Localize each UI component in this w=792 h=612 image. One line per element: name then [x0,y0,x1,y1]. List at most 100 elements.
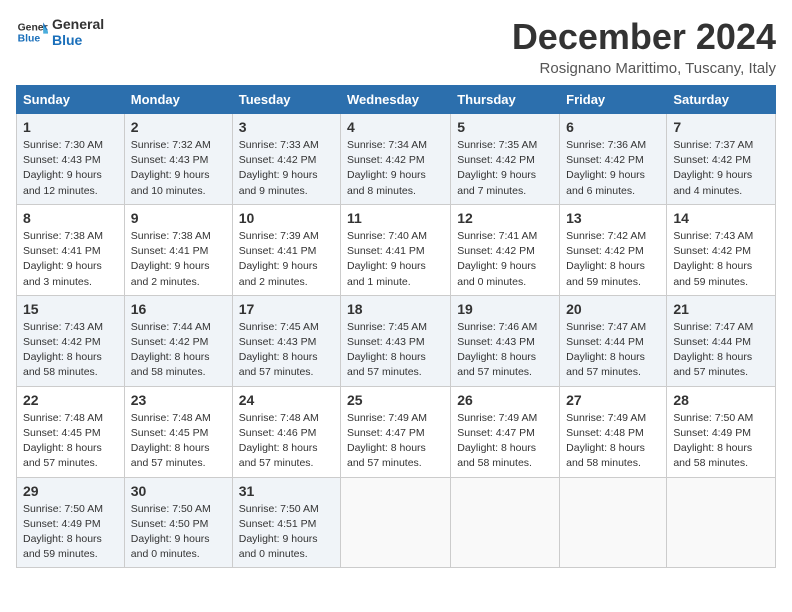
weekday-header-monday: Monday [124,86,232,114]
day-number: 31 [239,483,334,499]
calendar-cell [341,477,451,568]
svg-text:Blue: Blue [18,34,41,45]
day-info: Sunrise: 7:47 AMSunset: 4:44 PMDaylight:… [566,320,660,381]
day-number: 4 [347,119,444,135]
day-number: 21 [673,301,769,317]
day-number: 22 [23,392,118,408]
day-number: 6 [566,119,660,135]
day-number: 3 [239,119,334,135]
day-info: Sunrise: 7:43 AMSunset: 4:42 PMDaylight:… [23,320,118,381]
day-number: 18 [347,301,444,317]
logo-icon: General Blue [16,16,48,48]
calendar-cell: 9 Sunrise: 7:38 AMSunset: 4:41 PMDaylight… [124,204,232,295]
calendar-cell: 25 Sunrise: 7:49 AMSunset: 4:47 PMDayligh… [341,386,451,477]
day-info: Sunrise: 7:36 AMSunset: 4:42 PMDaylight:… [566,138,660,199]
day-number: 13 [566,210,660,226]
day-number: 27 [566,392,660,408]
calendar-cell: 5Sunrise: 7:35 AMSunset: 4:42 PMDaylight… [451,114,560,205]
day-info: Sunrise: 7:50 AMSunset: 4:49 PMDaylight:… [673,411,769,472]
day-info: Sunrise: 7:48 AMSunset: 4:45 PMDaylight:… [23,411,118,472]
day-number: 16 [131,301,226,317]
calendar-cell [560,477,667,568]
calendar-week-row: 8 Sunrise: 7:38 AMSunset: 4:41 PMDaylight… [17,204,776,295]
day-number: 8 [23,210,118,226]
day-number: 29 [23,483,118,499]
calendar-cell: 14Sunrise: 7:43 AMSunset: 4:42 PMDayligh… [667,204,776,295]
calendar-cell: 31 Sunrise: 7:50 AMSunset: 4:51 PMDayligh… [232,477,340,568]
calendar-cell: 3 Sunrise: 7:33 AMSunset: 4:42 PMDaylight… [232,114,340,205]
day-info: Sunrise: 7:39 AMSunset: 4:41 PMDaylight:… [239,229,334,290]
calendar-cell: 30Sunrise: 7:50 AMSunset: 4:50 PMDayligh… [124,477,232,568]
day-info: Sunrise: 7:38 AMSunset: 4:41 PMDaylight:… [23,229,118,290]
calendar-cell: 18 Sunrise: 7:45 AMSunset: 4:43 PMDayligh… [341,295,451,386]
logo-line2: Blue [52,32,104,48]
calendar-cell: 17 Sunrise: 7:45 AMSunset: 4:43 PMDayligh… [232,295,340,386]
weekday-header-thursday: Thursday [451,86,560,114]
calendar-cell: 27 Sunrise: 7:49 AMSunset: 4:48 PMDayligh… [560,386,667,477]
day-info: Sunrise: 7:38 AMSunset: 4:41 PMDaylight:… [131,229,226,290]
day-info: Sunrise: 7:45 AMSunset: 4:43 PMDaylight:… [239,320,334,381]
day-info: Sunrise: 7:50 AMSunset: 4:49 PMDaylight:… [23,502,118,563]
day-number: 2 [131,119,226,135]
day-info: Sunrise: 7:32 AMSunset: 4:43 PMDaylight:… [131,138,226,199]
weekday-header-sunday: Sunday [17,86,125,114]
calendar-cell: 21 Sunrise: 7:47 AMSunset: 4:44 PMDayligh… [667,295,776,386]
calendar-cell: 2 Sunrise: 7:32 AMSunset: 4:43 PMDaylight… [124,114,232,205]
day-info: Sunrise: 7:48 AMSunset: 4:46 PMDaylight:… [239,411,334,472]
day-number: 7 [673,119,769,135]
day-number: 15 [23,301,118,317]
day-info: Sunrise: 7:47 AMSunset: 4:44 PMDaylight:… [673,320,769,381]
calendar-cell [451,477,560,568]
title-block: December 2024 Rosignano Marittimo, Tusca… [512,16,776,77]
calendar-week-row: 29 Sunrise: 7:50 AMSunset: 4:49 PMDayligh… [17,477,776,568]
calendar-cell: 26 Sunrise: 7:49 AMSunset: 4:47 PMDayligh… [451,386,560,477]
day-info: Sunrise: 7:42 AMSunset: 4:42 PMDaylight:… [566,229,660,290]
calendar-table: SundayMondayTuesdayWednesdayThursdayFrid… [16,85,776,568]
weekday-header-row: SundayMondayTuesdayWednesdayThursdayFrid… [17,86,776,114]
calendar-cell: 22 Sunrise: 7:48 AMSunset: 4:45 PMDayligh… [17,386,125,477]
calendar-cell: 19Sunrise: 7:46 AMSunset: 4:43 PMDayligh… [451,295,560,386]
calendar-cell: 28 Sunrise: 7:50 AMSunset: 4:49 PMDayligh… [667,386,776,477]
calendar-cell: 10Sunrise: 7:39 AMSunset: 4:41 PMDayligh… [232,204,340,295]
day-number: 26 [457,392,553,408]
day-number: 23 [131,392,226,408]
calendar-week-row: 1Sunrise: 7:30 AMSunset: 4:43 PMDaylight… [17,114,776,205]
day-info: Sunrise: 7:34 AMSunset: 4:42 PMDaylight:… [347,138,444,199]
calendar-cell: 13 Sunrise: 7:42 AMSunset: 4:42 PMDayligh… [560,204,667,295]
day-info: Sunrise: 7:49 AMSunset: 4:47 PMDaylight:… [457,411,553,472]
day-info: Sunrise: 7:40 AMSunset: 4:41 PMDaylight:… [347,229,444,290]
day-number: 19 [457,301,553,317]
day-info: Sunrise: 7:50 AMSunset: 4:51 PMDaylight:… [239,502,334,563]
day-number: 9 [131,210,226,226]
day-number: 25 [347,392,444,408]
day-info: Sunrise: 7:33 AMSunset: 4:42 PMDaylight:… [239,138,334,199]
day-info: Sunrise: 7:49 AMSunset: 4:48 PMDaylight:… [566,411,660,472]
weekday-header-friday: Friday [560,86,667,114]
calendar-cell: 7Sunrise: 7:37 AMSunset: 4:42 PMDaylight… [667,114,776,205]
weekday-header-wednesday: Wednesday [341,86,451,114]
day-info: Sunrise: 7:30 AMSunset: 4:43 PMDaylight:… [23,138,118,199]
day-number: 5 [457,119,553,135]
day-number: 17 [239,301,334,317]
logo-line1: General [52,16,104,32]
day-number: 14 [673,210,769,226]
day-info: Sunrise: 7:44 AMSunset: 4:42 PMDaylight:… [131,320,226,381]
calendar-cell: 6 Sunrise: 7:36 AMSunset: 4:42 PMDaylight… [560,114,667,205]
calendar-cell: 12Sunrise: 7:41 AMSunset: 4:42 PMDayligh… [451,204,560,295]
calendar-cell [667,477,776,568]
day-info: Sunrise: 7:45 AMSunset: 4:43 PMDaylight:… [347,320,444,381]
logo: General Blue General Blue [16,16,104,48]
weekday-header-saturday: Saturday [667,86,776,114]
calendar-cell: 23Sunrise: 7:48 AMSunset: 4:45 PMDayligh… [124,386,232,477]
day-number: 24 [239,392,334,408]
month-title: December 2024 [512,16,776,58]
calendar-cell: 16 Sunrise: 7:44 AMSunset: 4:42 PMDayligh… [124,295,232,386]
day-number: 12 [457,210,553,226]
day-number: 28 [673,392,769,408]
day-number: 30 [131,483,226,499]
day-info: Sunrise: 7:49 AMSunset: 4:47 PMDaylight:… [347,411,444,472]
calendar-cell: 15 Sunrise: 7:43 AMSunset: 4:42 PMDayligh… [17,295,125,386]
calendar-cell: 24 Sunrise: 7:48 AMSunset: 4:46 PMDayligh… [232,386,340,477]
calendar-cell: 4 Sunrise: 7:34 AMSunset: 4:42 PMDaylight… [341,114,451,205]
calendar-cell: 8 Sunrise: 7:38 AMSunset: 4:41 PMDaylight… [17,204,125,295]
